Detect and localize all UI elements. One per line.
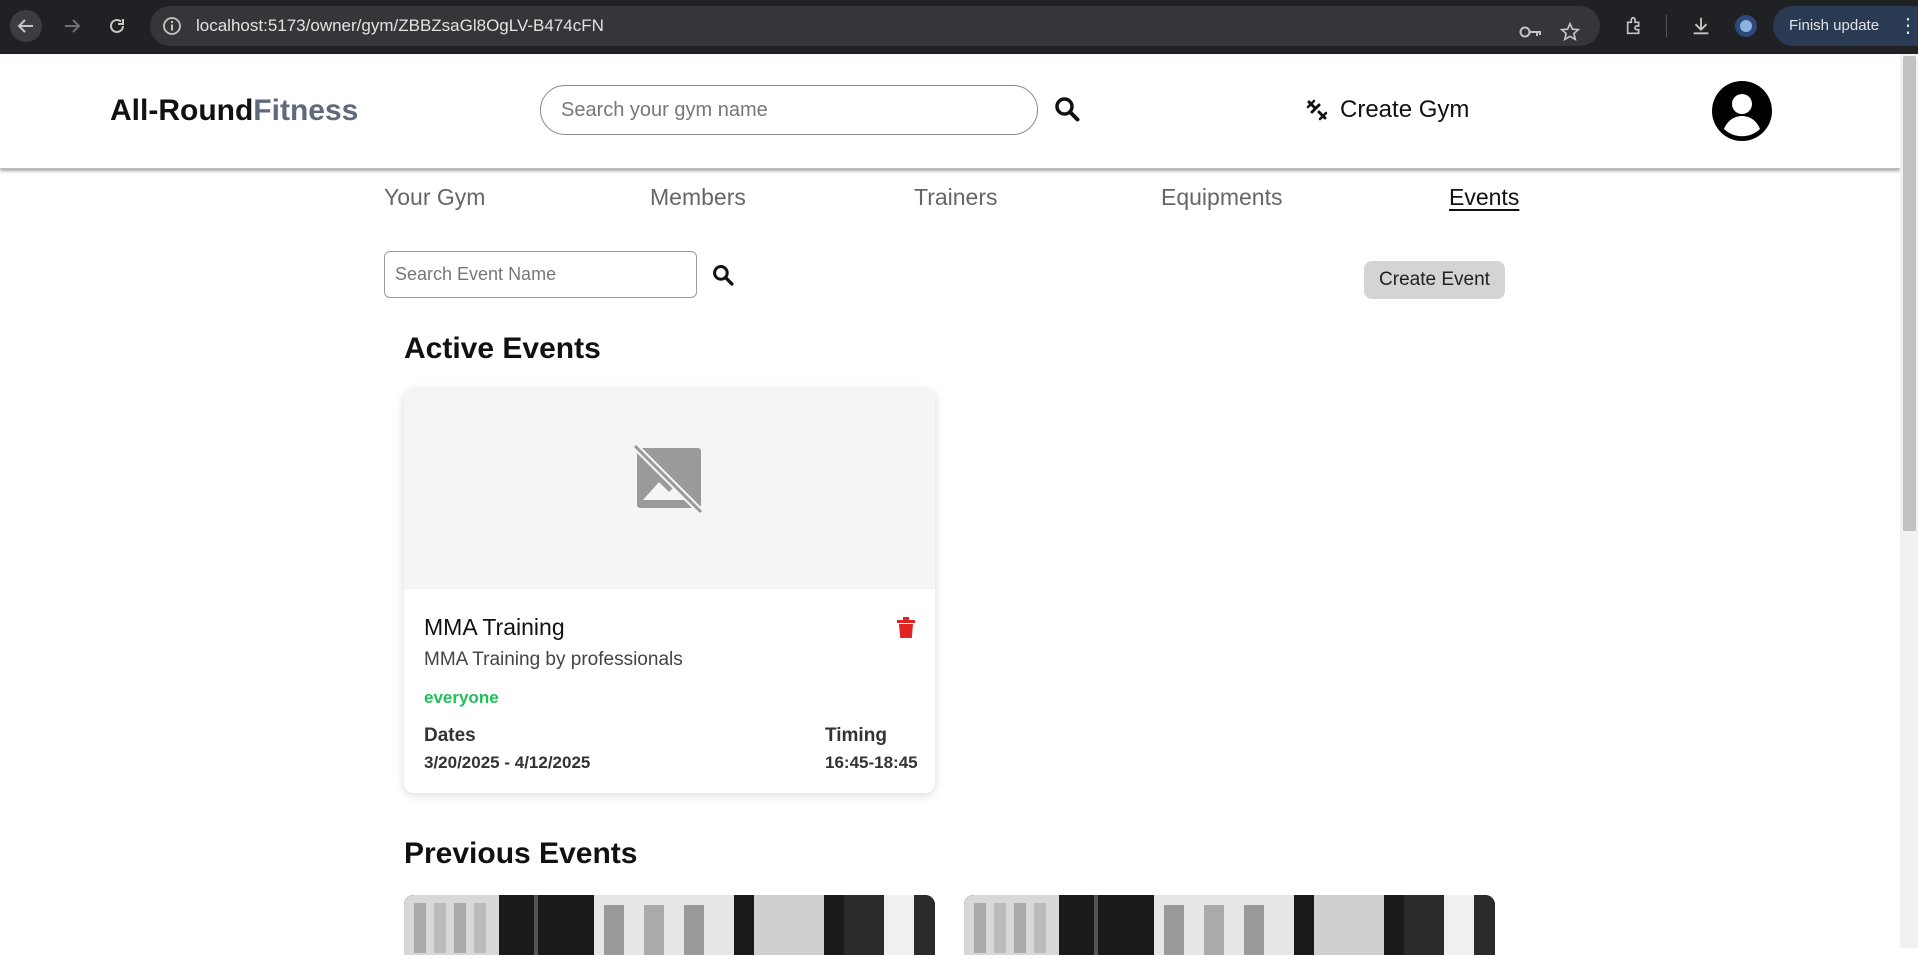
profile-avatar-icon[interactable] [1733,13,1759,39]
toolbar-divider [1666,15,1667,37]
site-header: All-RoundFitness Search your gym name Cr… [0,54,1900,169]
active-events-title: Active Events [404,332,601,365]
tab-equipments[interactable]: Equipments [1161,184,1282,211]
event-dates-value: 3/20/2025 - 4/12/2025 [424,753,591,772]
forward-arrow-icon [65,19,81,33]
event-search-icon[interactable] [712,264,734,286]
downloads-icon[interactable] [1688,13,1714,39]
tab-events[interactable]: Events [1449,184,1519,211]
gym-photo-image [404,895,935,955]
previous-events-title: Previous Events [404,837,638,870]
password-key-icon[interactable] [1518,19,1544,45]
reload-icon [110,18,124,33]
tab-your-gym[interactable]: Your Gym [384,184,485,211]
no-image-icon [633,444,704,515]
finish-update-button[interactable]: Finish update ⋮ [1773,6,1918,46]
tab-members[interactable]: Members [650,184,746,211]
user-avatar-icon[interactable] [1712,81,1772,141]
create-gym-label: Create Gym [1340,96,1470,123]
browser-toolbar: localhost:5173/owner/gym/ZBBZsaGl8OgLV-B… [0,0,1918,54]
back-button[interactable] [10,10,42,42]
event-search-input[interactable]: Search Event Name [384,251,697,298]
event-title: MMA Training [424,614,565,640]
reload-button[interactable] [101,10,133,42]
gym-search-input[interactable]: Search your gym name [540,85,1038,135]
forward-button[interactable] [56,10,88,42]
dumbbell-icon [1306,99,1328,121]
site-info-icon[interactable] [162,16,182,36]
back-arrow-icon [17,19,33,33]
extensions-icon[interactable] [1622,13,1648,39]
event-timing-value: 16:45-18:45 [825,753,918,772]
event-dates-label: Dates [424,725,476,746]
address-bar[interactable]: localhost:5173/owner/gym/ZBBZsaGl8OgLV-B… [150,6,1600,46]
tab-trainers[interactable]: Trainers [914,184,998,211]
delete-trash-icon[interactable] [896,617,916,639]
url-text: localhost:5173/owner/gym/ZBBZsaGl8OgLV-B… [196,16,604,35]
event-card[interactable]: MMA Training MMA Training by professiona… [404,389,935,793]
gym-photo-image [964,895,1495,955]
event-audience: everyone [424,688,499,707]
previous-event-image[interactable] [404,895,935,955]
previous-event-image[interactable] [964,895,1495,955]
scrollbar-thumb[interactable] [1903,56,1916,531]
event-description: MMA Training by professionals [424,649,683,670]
finish-update-label: Finish update [1789,17,1880,34]
search-icon[interactable] [1054,96,1080,122]
event-timing-label: Timing [825,725,887,746]
event-image-placeholder [404,389,935,589]
more-menu-icon[interactable]: ⋮ [1898,6,1918,46]
brand-part2: Fitness [253,94,359,127]
create-gym-button[interactable]: Create Gym [1306,96,1469,124]
bookmark-star-icon[interactable] [1557,19,1583,45]
create-event-button[interactable]: Create Event [1364,261,1505,299]
brand-logo[interactable]: All-RoundFitness [110,94,358,128]
brand-part1: All-Round [110,94,254,127]
